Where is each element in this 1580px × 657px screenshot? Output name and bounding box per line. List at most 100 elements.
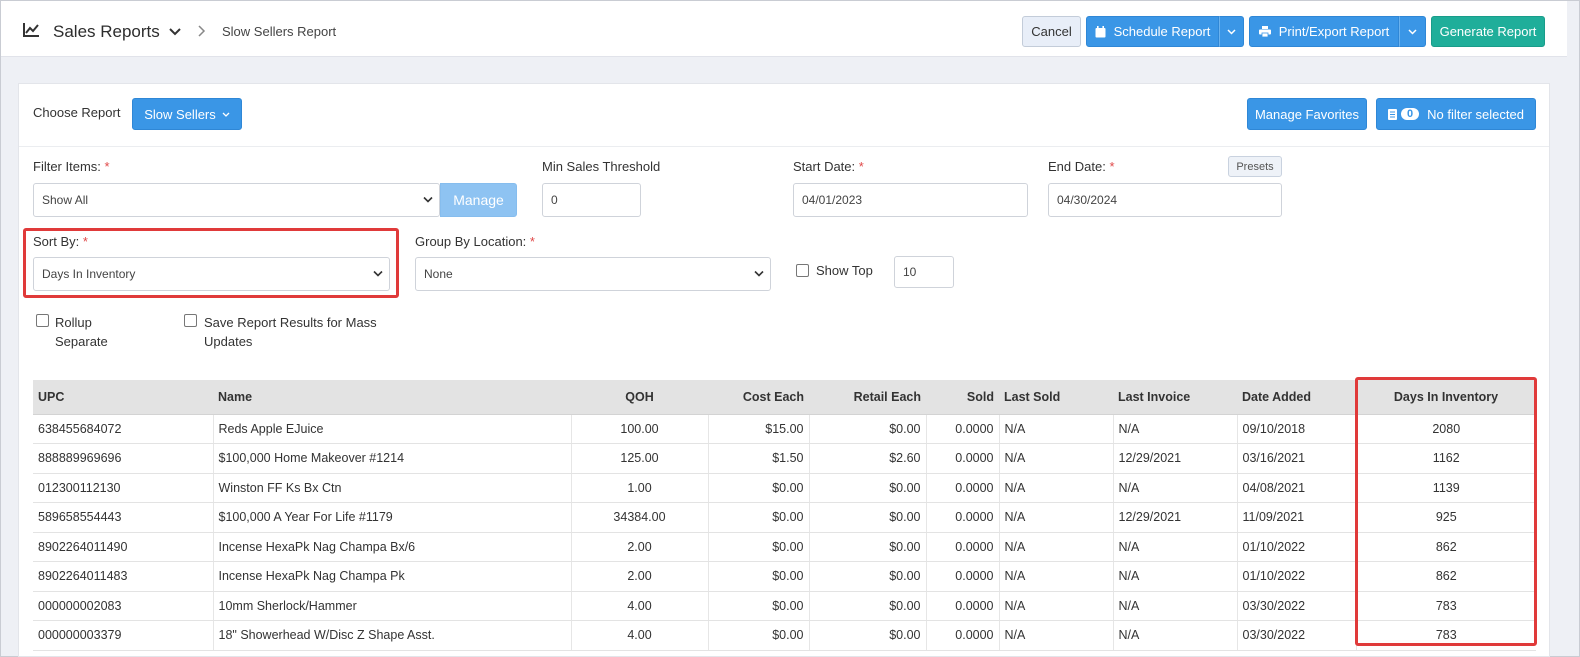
cell-upc: 000000003379 (33, 620, 214, 651)
column-header-sold[interactable]: Sold (926, 380, 999, 415)
column-header-last-sold[interactable]: Last Sold (999, 380, 1113, 415)
show-top-input[interactable]: 10 (894, 256, 954, 288)
cell-last-sold: N/A (999, 561, 1114, 592)
schedule-dropdown-button[interactable] (1219, 16, 1244, 47)
cell-last-sold: N/A (999, 620, 1114, 651)
cell-date-added: 03/16/2021 (1237, 443, 1357, 474)
filter-items-label: Filter Items: * (33, 159, 110, 174)
filter-items-select[interactable]: Show All (33, 183, 440, 217)
cell-name: 18" Showerhead W/Disc Z Shape Asst. (213, 620, 572, 651)
manage-button[interactable]: Manage (440, 183, 517, 217)
cell-upc: 000000002083 (33, 591, 214, 621)
chevron-down-icon (1227, 28, 1236, 35)
start-date-input[interactable]: 04/01/2023 (793, 183, 1028, 217)
results-table: UPC Name QOH Cost Each Retail Each Sold … (33, 380, 1536, 651)
column-header-name[interactable]: Name (213, 380, 571, 415)
cell-retail-each: $0.00 (809, 502, 927, 533)
column-header-qoh[interactable]: QOH (571, 380, 708, 415)
manage-favorites-label: Manage Favorites (1254, 106, 1360, 122)
print-export-button[interactable]: Print/Export Report (1249, 16, 1399, 47)
end-date-input[interactable]: 04/30/2024 (1048, 183, 1282, 217)
end-date-label: End Date: * (1048, 159, 1115, 174)
printer-icon (1258, 26, 1271, 37)
table-row[interactable]: 638455684072 Reds Apple EJuice 100.00 $15.0… (33, 414, 1536, 444)
save-results-checkbox[interactable] (184, 314, 197, 327)
column-header-date-added[interactable]: Date Added (1237, 380, 1356, 415)
schedule-label: Schedule Report (1113, 24, 1211, 39)
cell-sold: 0.0000 (926, 414, 1000, 444)
rollup-separate-label: Rollup Separate (55, 315, 108, 349)
min-sales-input[interactable]: 0 (542, 183, 641, 217)
cell-qoh: 2.00 (571, 532, 709, 562)
cell-last-sold: N/A (999, 443, 1114, 474)
cell-date-added: 09/10/2018 (1237, 414, 1357, 444)
cell-cost-each: $0.00 (708, 502, 810, 533)
cell-last-invoice: N/A (1113, 561, 1238, 592)
column-header-last-invoice[interactable]: Last Invoice (1113, 380, 1237, 415)
cell-last-invoice: 12/29/2021 (1113, 443, 1238, 474)
table-row[interactable]: 012300112130 Winston FF Ks Bx Ctn 1.00 $0.0… (33, 473, 1536, 503)
min-sales-label: Min Sales Threshold (542, 159, 661, 174)
cell-retail-each: $0.00 (809, 532, 927, 562)
show-top-label: Show Top (816, 263, 873, 278)
table-row[interactable]: 888889969696 $100,000 Home Makeover #1214… (33, 443, 1536, 474)
table-row[interactable]: 8902264011483 Incense HexaPk Nag Champa P… (33, 561, 1536, 592)
cell-last-sold: N/A (999, 473, 1114, 503)
cell-qoh: 125.00 (571, 443, 709, 474)
print-label: Print/Export Report (1278, 24, 1390, 39)
column-header-cost-each[interactable]: Cost Each (708, 380, 809, 415)
cell-cost-each: $0.00 (708, 532, 810, 562)
table-row[interactable]: 589658554443 $100,000 A Year For Life #11… (33, 502, 1536, 533)
cell-retail-each: $0.00 (809, 561, 927, 592)
cell-cost-each: $0.00 (708, 620, 810, 651)
start-date-label: Start Date: * (793, 159, 864, 174)
cell-name: $100,000 A Year For Life #1179 (213, 502, 572, 533)
group-by-select[interactable]: None (415, 257, 771, 291)
cell-upc: 888889969696 (33, 443, 214, 474)
generate-label: Generate Report (1439, 24, 1537, 39)
cell-name: Reds Apple EJuice (213, 414, 572, 444)
rollup-separate-checkbox[interactable] (36, 314, 49, 327)
choose-report-dropdown[interactable]: Slow Sellers (132, 98, 242, 130)
schedule-report-button[interactable]: Schedule Report (1086, 16, 1219, 47)
cell-date-added: 01/10/2022 (1237, 532, 1357, 562)
cell-date-added: 03/30/2022 (1237, 591, 1357, 621)
chevron-down-icon (754, 270, 764, 277)
cell-sold: 0.0000 (926, 591, 1000, 621)
show-top-checkbox[interactable] (796, 264, 809, 277)
table-row[interactable]: 000000002083 10mm Sherlock/Hammer 4.00 $0.0… (33, 591, 1536, 621)
cell-retail-each: $0.00 (809, 473, 927, 503)
cell-upc: 8902264011483 (33, 561, 214, 592)
cell-cost-each: $1.50 (708, 443, 810, 474)
line-chart-icon (23, 23, 39, 37)
chevron-down-icon[interactable] (169, 27, 181, 37)
cell-upc: 012300112130 (33, 473, 214, 503)
cell-last-invoice: 12/29/2021 (1113, 502, 1238, 533)
print-dropdown-button[interactable] (1399, 16, 1426, 47)
choose-report-value: Slow Sellers (144, 106, 216, 122)
table-row[interactable]: 000000003379 18" Showerhead W/Disc Z Shap… (33, 620, 1536, 651)
cell-retail-each: $0.00 (809, 591, 927, 621)
breadcrumb: Slow Sellers Report (222, 24, 337, 39)
manage-favorites-button[interactable]: Manage Favorites (1247, 98, 1367, 130)
filter-selection-button[interactable]: 0 No filter selected (1376, 98, 1536, 130)
column-header-retail-each[interactable]: Retail Each (809, 380, 926, 415)
cell-upc: 8902264011490 (33, 532, 214, 562)
divider (19, 146, 1549, 147)
cancel-button[interactable]: Cancel (1022, 16, 1081, 47)
column-header-upc[interactable]: UPC (33, 380, 213, 415)
table-row[interactable]: 8902264011490 Incense HexaPk Nag Champa B… (33, 532, 1536, 562)
generate-report-button[interactable]: Generate Report (1431, 16, 1545, 47)
cell-name: 10mm Sherlock/Hammer (213, 591, 572, 621)
calendar-icon (1095, 25, 1106, 37)
filter-items-value: Show All (42, 193, 89, 207)
chevron-down-icon (373, 270, 383, 277)
cell-last-invoice: N/A (1113, 473, 1238, 503)
sort-by-select[interactable]: Days In Inventory (33, 257, 390, 291)
cell-sold: 0.0000 (926, 443, 1000, 474)
cell-sold: 0.0000 (926, 532, 1000, 562)
show-top-value: 10 (903, 265, 917, 279)
sort-by-value: Days In Inventory (42, 267, 136, 281)
cell-cost-each: $0.00 (708, 591, 810, 621)
presets-button[interactable]: Presets (1228, 156, 1282, 177)
